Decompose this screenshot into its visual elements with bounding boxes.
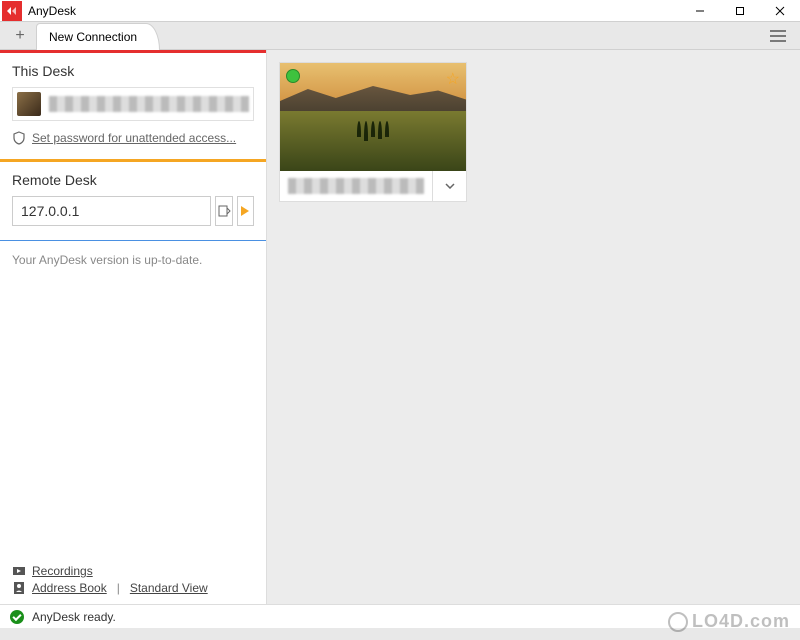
chevron-down-icon	[445, 183, 455, 189]
update-panel: Your AnyDesk version is up-to-date.	[0, 240, 266, 279]
status-ok-icon	[10, 610, 24, 624]
online-status-icon	[286, 69, 300, 83]
connect-button[interactable]	[237, 196, 255, 226]
remote-address-input[interactable]	[12, 196, 211, 226]
this-desk-address[interactable]	[12, 87, 254, 121]
sidebar: This Desk Set password for unattended ac…	[0, 50, 267, 604]
session-thumbnail: ☆	[280, 63, 466, 171]
tab-label: New Connection	[49, 30, 137, 44]
main-area: This Desk Set password for unattended ac…	[0, 50, 800, 604]
hamburger-menu-button[interactable]	[766, 24, 790, 48]
recordings-link[interactable]: Recordings	[32, 564, 93, 578]
set-password-link[interactable]: Set password for unattended access...	[12, 131, 254, 145]
remote-desk-heading: Remote Desk	[12, 172, 254, 188]
status-text: AnyDesk ready.	[32, 610, 116, 624]
content-area: ☆	[267, 50, 800, 604]
session-id-redacted	[288, 178, 424, 194]
app-logo-icon	[2, 1, 22, 21]
set-password-label: Set password for unattended access...	[32, 131, 236, 145]
tabbar: + New Connection	[0, 22, 800, 50]
close-button[interactable]	[760, 0, 800, 22]
remote-desk-panel: Remote Desk	[0, 159, 266, 238]
watermark: LO4D.com	[668, 611, 790, 632]
app-title: AnyDesk	[28, 4, 680, 18]
this-desk-id-redacted	[49, 96, 249, 112]
bottom-links: Recordings Address Book | Standard View	[0, 555, 266, 604]
this-desk-panel: This Desk Set password for unattended ac…	[0, 50, 266, 157]
session-label-row	[280, 171, 466, 201]
avatar-icon	[17, 92, 41, 116]
session-menu-button[interactable]	[432, 171, 466, 201]
clipboard-button[interactable]	[215, 196, 233, 226]
play-icon	[240, 205, 250, 217]
tab-new-connection[interactable]: New Connection	[36, 23, 160, 50]
recordings-icon	[12, 564, 26, 578]
new-tab-button[interactable]: +	[6, 24, 34, 48]
window-controls	[680, 0, 800, 22]
this-desk-heading: This Desk	[12, 63, 254, 79]
standard-view-link[interactable]: Standard View	[130, 581, 208, 595]
watermark-text: LO4D.com	[692, 611, 790, 632]
separator: |	[117, 581, 120, 595]
clipboard-icon	[217, 204, 231, 218]
address-book-icon	[12, 581, 26, 595]
minimize-button[interactable]	[680, 0, 720, 22]
address-book-link[interactable]: Address Book	[32, 581, 107, 595]
update-status-text: Your AnyDesk version is up-to-date.	[12, 253, 254, 267]
favorite-star-icon[interactable]: ☆	[446, 69, 460, 89]
recent-session-card[interactable]: ☆	[279, 62, 467, 202]
maximize-button[interactable]	[720, 0, 760, 22]
shield-icon	[12, 131, 26, 145]
globe-icon	[668, 612, 688, 632]
titlebar: AnyDesk	[0, 0, 800, 22]
